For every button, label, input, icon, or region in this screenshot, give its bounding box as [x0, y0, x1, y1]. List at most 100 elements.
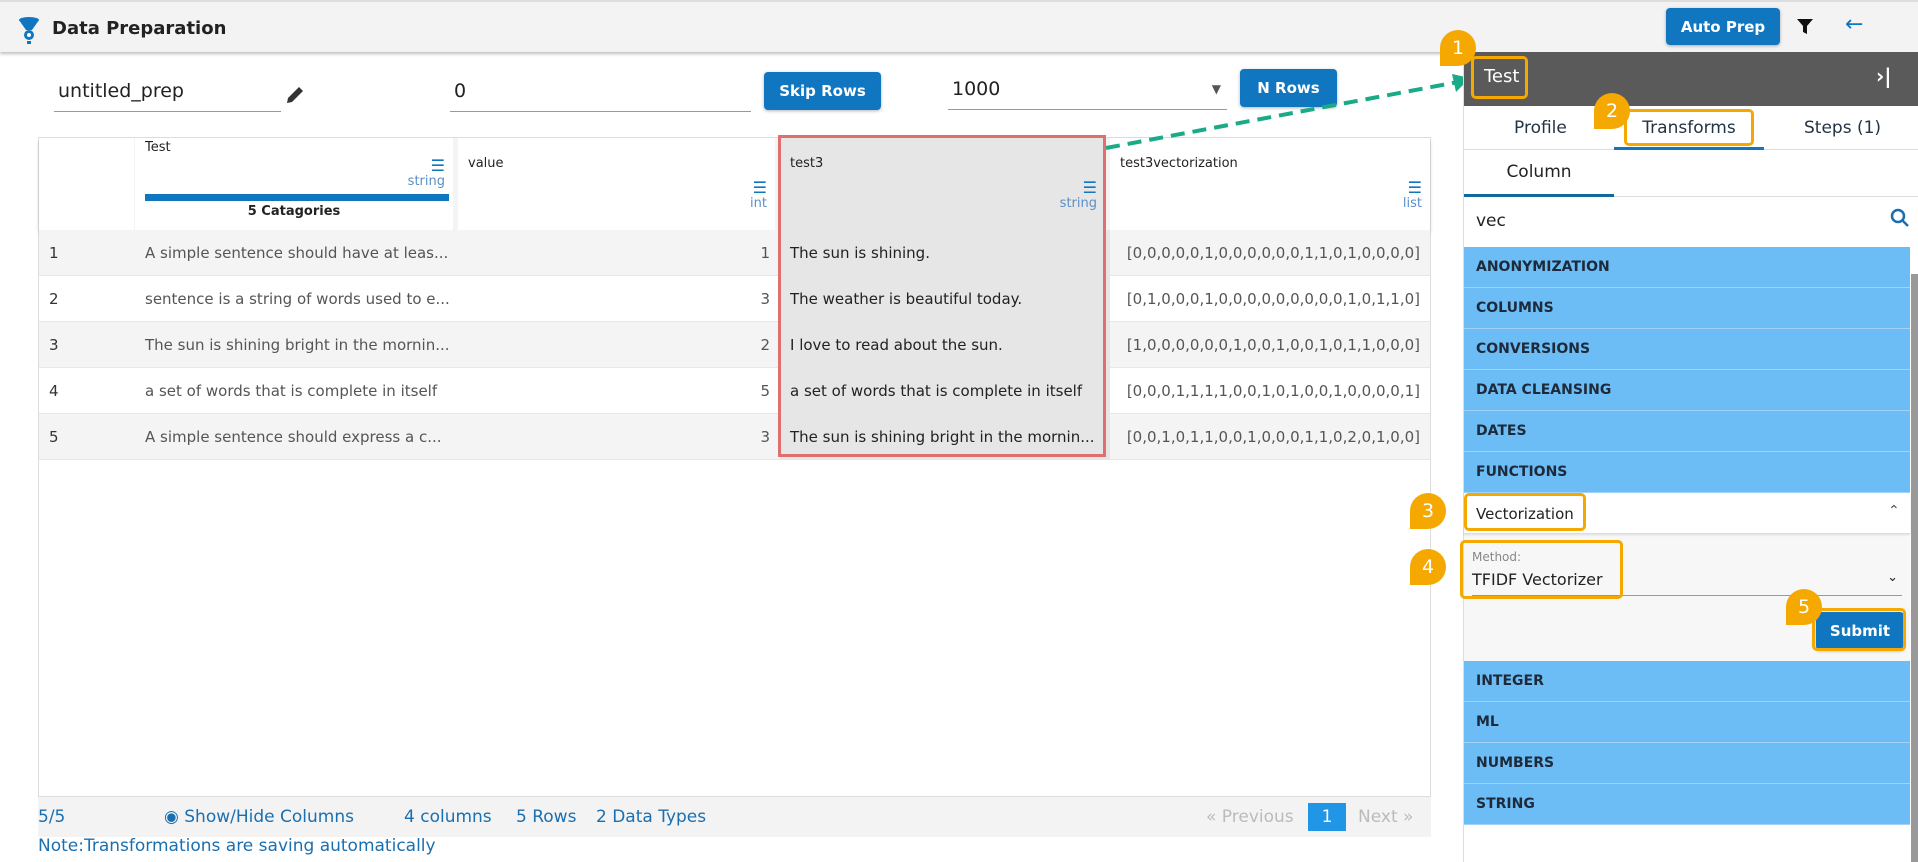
vectorization-header[interactable]: Vectorization ⌃: [1464, 494, 1910, 534]
column-name: Test: [145, 140, 171, 155]
tab-steps[interactable]: Steps (1): [1804, 118, 1881, 138]
category-item[interactable]: INTEGER: [1464, 661, 1910, 702]
auto-prep-button[interactable]: Auto Prep: [1666, 8, 1780, 45]
panel-scrollbar[interactable]: [1911, 274, 1918, 862]
cell-test: sentence is a string of words used to e.…: [145, 290, 450, 308]
table-row[interactable]: 1 A simple sentence should have at leas..…: [39, 230, 1430, 276]
step-badge-2: 2: [1594, 93, 1630, 129]
panel-tabs: Profile Transforms Steps (1): [1464, 106, 1918, 150]
subtabs: Column: [1464, 150, 1918, 197]
data-preparation-logo-icon: [19, 17, 39, 44]
table-row[interactable]: 2 sentence is a string of words used to e…: [39, 276, 1430, 322]
tab-profile[interactable]: Profile: [1514, 118, 1567, 138]
column-type: int: [750, 196, 767, 211]
row-index: 4: [49, 382, 59, 400]
page-1-button[interactable]: 1: [1308, 803, 1346, 831]
category-item[interactable]: NUMBERS: [1464, 743, 1910, 784]
back-arrow-icon[interactable]: ←: [1845, 12, 1863, 37]
column-header-value[interactable]: value ☰ int: [458, 138, 775, 230]
skip-rows-button[interactable]: Skip Rows: [764, 72, 881, 110]
skip-rows-input[interactable]: 0: [450, 70, 751, 112]
column-name: value: [468, 156, 504, 171]
panel-header: Test ›|: [1464, 52, 1918, 106]
cell-test: The sun is shining bright in the mornin.…: [145, 336, 450, 354]
vectorization-label: Vectorization: [1476, 505, 1574, 523]
column-header-test[interactable]: Test ☰ string 5 Catagories: [135, 138, 453, 230]
chevron-up-icon[interactable]: ⌃: [1888, 503, 1900, 519]
method-label: Method:: [1472, 550, 1522, 564]
cell-value: 3: [760, 428, 770, 446]
step-badge-1: 1: [1440, 30, 1476, 66]
tab-column[interactable]: Column: [1464, 150, 1614, 197]
submit-button[interactable]: Submit: [1816, 612, 1904, 650]
edit-pencil-icon[interactable]: [284, 84, 306, 106]
step-badge-4: 4: [1410, 549, 1446, 585]
category-item[interactable]: DATA CLEANSING: [1464, 370, 1910, 411]
autosave-note: Note:Transformations are saving automati…: [38, 836, 436, 856]
category-item[interactable]: COLUMNS: [1464, 288, 1910, 329]
previous-page-button[interactable]: « Previous: [1206, 807, 1294, 827]
cell-test: a set of words that is complete in itsel…: [145, 382, 438, 400]
column-type: string: [407, 174, 445, 189]
row-index: 1: [49, 244, 59, 262]
selected-column-name: Test: [1484, 66, 1520, 87]
cell-value: 5: [760, 382, 770, 400]
tab-transforms[interactable]: Transforms: [1614, 106, 1764, 150]
index-header: [39, 138, 134, 230]
vectorization-section: Vectorization ⌃ Method: TFIDF Vectorizer…: [1464, 494, 1910, 661]
table-row[interactable]: 4 a set of words that is complete in itse…: [39, 368, 1430, 414]
cell-test3vectorization: [0,0,0,0,0,1,0,0,0,0,0,0,1,1,0,1,0,0,0,0…: [1126, 244, 1420, 262]
method-value: TFIDF Vectorizer: [1472, 570, 1603, 589]
category-item[interactable]: ML: [1464, 702, 1910, 743]
column-menu-icon[interactable]: ☰: [431, 156, 445, 175]
cell-test3vectorization: [0,1,0,0,0,1,0,0,0,0,0,0,0,0,0,1,0,1,1,0…: [1126, 290, 1420, 308]
search-icon[interactable]: [1890, 208, 1910, 228]
row-index: 3: [49, 336, 59, 354]
category-item[interactable]: DATES: [1464, 411, 1910, 452]
cell-test3vectorization: [0,0,1,0,1,1,0,0,1,0,0,0,1,1,0,2,0,1,0,0…: [1126, 428, 1420, 446]
next-page-button[interactable]: Next »: [1358, 807, 1413, 827]
chevron-down-icon: ⌄: [1887, 570, 1898, 585]
show-hide-columns-link[interactable]: ◉ Show/Hide Columns: [164, 807, 354, 827]
columns-count: 4 columns: [404, 807, 492, 827]
prep-name-input[interactable]: untitled_prep: [54, 70, 281, 112]
category-item[interactable]: CONVERSIONS: [1464, 329, 1910, 370]
cell-value: 2: [760, 336, 770, 354]
transform-search-input[interactable]: vec: [1464, 197, 1918, 241]
step-badge-5: 5: [1786, 589, 1822, 625]
row-index: 5: [49, 428, 59, 446]
cell-value: 1: [760, 244, 770, 262]
category-item[interactable]: ANONYMIZATION: [1464, 247, 1910, 288]
category-bar: [145, 194, 449, 201]
rows-count: 5 Rows: [516, 807, 577, 827]
search-value: vec: [1476, 211, 1506, 231]
collapse-panel-icon[interactable]: ›|: [1876, 64, 1892, 88]
table-row[interactable]: 3 The sun is shining bright in the mornin…: [39, 322, 1430, 368]
data-table: Test ☰ string 5 Catagories value ☰ int t…: [38, 137, 1431, 797]
eye-icon: ◉: [164, 807, 179, 827]
page-title: Data Preparation: [52, 18, 227, 39]
column-type: list: [1402, 196, 1422, 211]
row-count: 5/5: [38, 807, 66, 827]
cell-test3vectorization: [0,0,0,1,1,1,1,0,0,1,0,1,0,0,1,0,0,0,0,1…: [1126, 382, 1420, 400]
app-header: Data Preparation Auto Prep ←: [0, 0, 1918, 52]
column-menu-icon[interactable]: ☰: [753, 178, 767, 197]
column-summary: 5 Catagories: [247, 204, 341, 219]
column-menu-icon[interactable]: ☰: [1408, 178, 1422, 197]
dashed-arrow-icon: [1105, 74, 1470, 150]
filter-icon[interactable]: [1796, 17, 1814, 35]
cell-test: A simple sentence should have at leas...: [145, 244, 449, 262]
method-select[interactable]: TFIDF Vectorizer ⌄: [1472, 566, 1902, 596]
category-item[interactable]: FUNCTIONS: [1464, 452, 1910, 493]
cell-test3vectorization: [1,0,0,0,0,0,0,1,0,0,1,0,0,1,0,1,1,0,0,0…: [1126, 336, 1420, 354]
category-item[interactable]: STRING: [1464, 784, 1910, 825]
n-rows-value: 1000: [952, 77, 1001, 100]
table-footer: 5/5 ◉ Show/Hide Columns 4 columns 5 Rows…: [38, 797, 1431, 837]
data-types-count: 2 Data Types: [596, 807, 707, 827]
highlight-box: [778, 135, 1106, 457]
row-index: 2: [49, 290, 59, 308]
step-badge-3: 3: [1410, 493, 1446, 529]
show-hide-label: Show/Hide Columns: [184, 807, 354, 827]
table-row[interactable]: 5 A simple sentence should express a c...…: [39, 414, 1430, 460]
cell-value: 3: [760, 290, 770, 308]
